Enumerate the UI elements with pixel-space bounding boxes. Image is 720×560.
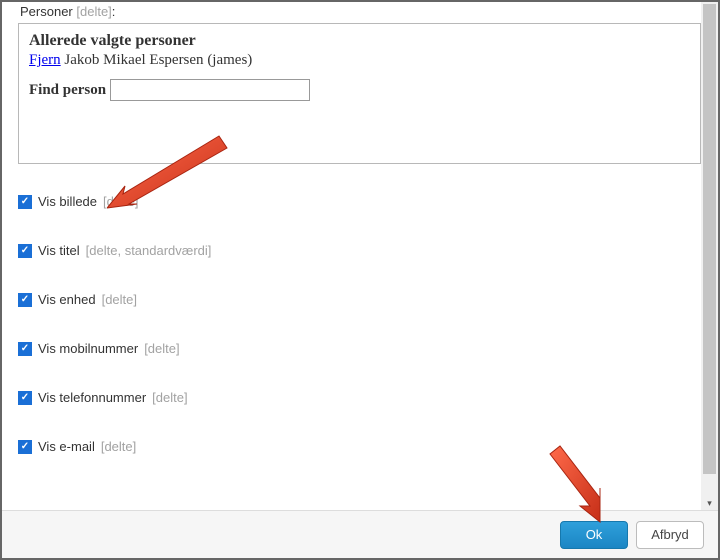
checkbox-row: ✓ Vis billede [delte] <box>18 194 701 209</box>
persons-section-label: Personer [delte]: <box>20 4 701 19</box>
checkbox-suffix: [delte] <box>103 194 138 209</box>
checkbox-suffix: [delte] <box>152 390 187 405</box>
cancel-button[interactable]: Afbryd <box>636 521 704 549</box>
checkbox-suffix: [delte] <box>101 439 136 454</box>
remove-person-link[interactable]: Fjern <box>29 52 61 68</box>
ok-button[interactable]: Ok <box>560 521 628 549</box>
checkbox-label: Vis e-mail <box>38 439 95 454</box>
chevron-down-icon: ▾ <box>707 498 712 509</box>
checkbox-suffix: [delte] <box>144 341 179 356</box>
checkbox-row: ✓ Vis telefonnummer [delte] <box>18 390 701 405</box>
checkbox[interactable]: ✓ <box>18 244 32 258</box>
find-person-label: Find person <box>29 82 106 99</box>
selected-person-line: Fjern Jakob Mikael Espersen (james) <box>29 52 690 69</box>
person-username: (james) <box>207 52 252 68</box>
persons-label-text: Personer <box>20 4 73 19</box>
person-name: Jakob Mikael Espersen <box>64 52 203 68</box>
checkbox-label: Vis telefonnummer <box>38 390 146 405</box>
vertical-scrollbar[interactable]: ▾ <box>701 2 718 512</box>
checkbox[interactable]: ✓ <box>18 440 32 454</box>
checkbox[interactable]: ✓ <box>18 195 32 209</box>
checkbox-label: Vis titel <box>38 243 80 258</box>
checkbox-label: Vis billede <box>38 194 97 209</box>
checkbox-label: Vis enhed <box>38 292 96 307</box>
checkbox-row: ✓ Vis titel [delte, standardværdi] <box>18 243 701 258</box>
persons-box-heading: Allerede valgte personer <box>29 32 690 50</box>
checkbox-suffix: [delte, standardværdi] <box>86 243 212 258</box>
checkbox-row: ✓ Vis mobilnummer [delte] <box>18 341 701 356</box>
checkbox-row: ✓ Vis enhed [delte] <box>18 292 701 307</box>
dialog-footer: Ok Afbryd <box>2 510 718 558</box>
scrollbar-thumb[interactable] <box>703 4 716 474</box>
checkbox-label: Vis mobilnummer <box>38 341 138 356</box>
checkbox[interactable]: ✓ <box>18 293 32 307</box>
dialog-content: Personer [delte]: Allerede valgte person… <box>2 2 717 512</box>
persons-label-suffix: [delte] <box>76 4 111 19</box>
checkbox[interactable]: ✓ <box>18 342 32 356</box>
checkbox-row: ✓ Vis e-mail [delte] <box>18 439 701 454</box>
checkbox-suffix: [delte] <box>102 292 137 307</box>
checkbox[interactable]: ✓ <box>18 391 32 405</box>
persons-box: Allerede valgte personer Fjern Jakob Mik… <box>18 23 701 164</box>
find-person-row: Find person <box>29 79 690 101</box>
find-person-input[interactable] <box>110 79 310 101</box>
